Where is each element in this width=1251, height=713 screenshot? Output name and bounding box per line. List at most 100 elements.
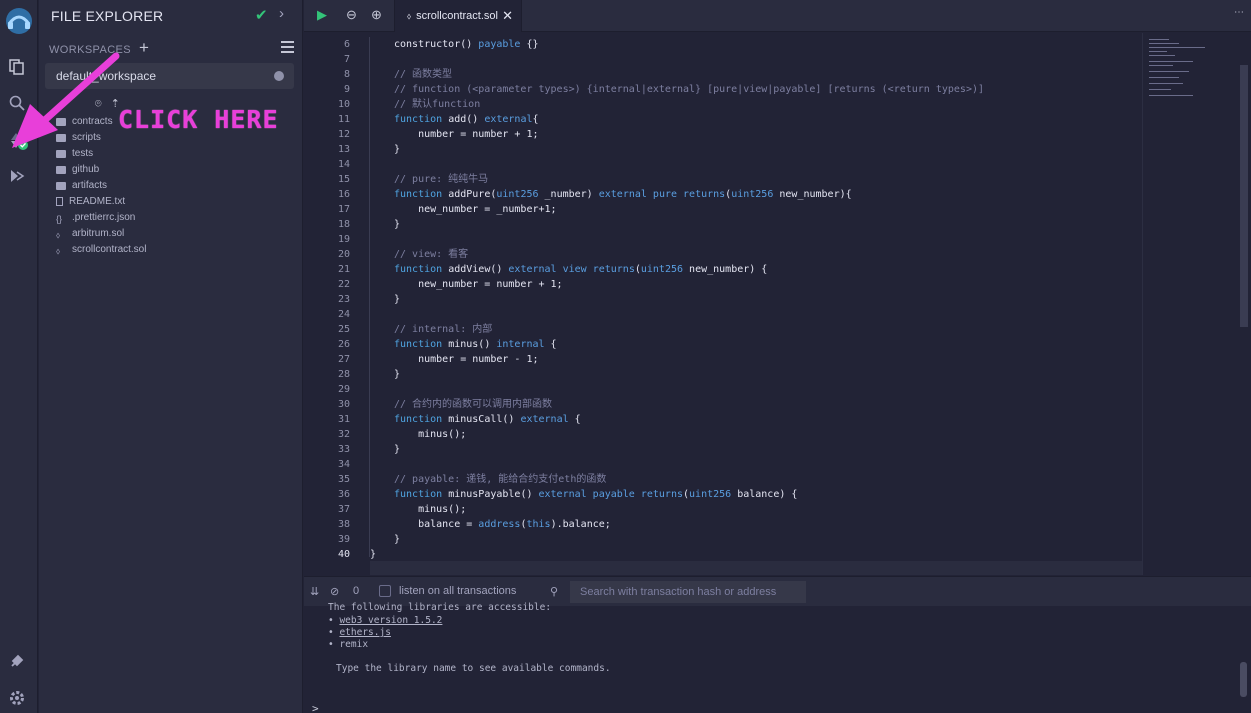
tab-scrollcontract[interactable]: ⬨ scrollcontract.sol ✕ (394, 0, 522, 32)
code-line[interactable]: 38 balance = address(this).balance; (304, 517, 1142, 532)
code-line[interactable]: 27 number = number - 1; (304, 352, 1142, 367)
code-line[interactable]: 17 new_number = _number+1; (304, 202, 1142, 217)
folder-icon (56, 133, 66, 142)
ethers-link[interactable]: ethers.js (339, 627, 390, 638)
tab-label: scrollcontract.sol (416, 10, 498, 22)
editor-tab-bar: ▶ ⊖ ⊕ ⬨ scrollcontract.sol ✕ ⋯ (304, 0, 1251, 32)
code-line[interactable]: 14 (304, 157, 1142, 172)
file-tree-item[interactable]: github (56, 162, 99, 177)
chevron-right-icon[interactable]: › (279, 5, 284, 22)
file-tree-item[interactable]: contracts (56, 114, 113, 129)
code-line[interactable]: 24 (304, 307, 1142, 322)
collapse-terminal-icon[interactable]: ⇊ (310, 585, 319, 598)
terminal-prompt[interactable]: > (312, 702, 319, 713)
code-line[interactable]: 13} (304, 142, 1142, 157)
minimap[interactable] (1142, 33, 1238, 575)
code-line[interactable]: 12 number = number + 1; (304, 127, 1142, 142)
listen-checkbox[interactable] (379, 585, 391, 597)
code-line[interactable]: 8 // 函数类型 (304, 67, 1142, 82)
code-editor[interactable]: 6 constructor() payable {} 7 8 // 函数类型 9 // fu… (304, 33, 1142, 575)
pending-tx-count: 0 (353, 585, 360, 597)
web3-link[interactable]: web3 version 1.5.2 (339, 615, 442, 626)
horizontal-scrollbar[interactable] (370, 561, 1142, 575)
code-line[interactable]: 39} (304, 532, 1142, 547)
code-line[interactable]: 26 function minus() internal { (304, 337, 1142, 352)
line-number: 13 (337, 144, 350, 155)
solidity-compiler-icon[interactable] (7, 130, 28, 150)
file-tree-item[interactable]: README.txt (56, 194, 125, 209)
code-line[interactable]: 34 (304, 457, 1142, 472)
file-tree-item[interactable]: ⬨ arbitrum.sol (56, 226, 124, 241)
solidity-file-icon: ⬨ (56, 245, 61, 256)
code-text: function add() external{ (394, 114, 539, 125)
code-text: } (394, 369, 401, 380)
vertical-scrollbar[interactable] (1240, 65, 1248, 327)
transaction-search-input[interactable]: Search with transaction hash or address (570, 581, 806, 603)
remix-logo[interactable] (4, 6, 34, 36)
code-line[interactable]: 32 minus(); (304, 427, 1142, 442)
file-tree-item[interactable]: ⬨ scrollcontract.sol (56, 242, 146, 257)
json-file-icon: {} (56, 213, 63, 224)
code-line[interactable]: 10 // 默认function (304, 97, 1142, 112)
code-line[interactable]: 22 new_number = number + 1; (304, 277, 1142, 292)
code-line[interactable]: 28} (304, 367, 1142, 382)
line-number: 36 (337, 489, 350, 500)
line-number: 34 (337, 459, 350, 470)
hamburger-menu-icon[interactable] (281, 41, 294, 56)
line-number: 9 (343, 84, 350, 95)
zoom-in-icon[interactable]: ⊕ (371, 7, 382, 23)
line-number: 16 (337, 189, 350, 200)
file-tree-item[interactable]: tests (56, 146, 93, 161)
line-number: 32 (337, 429, 350, 440)
terminal-list-item: • ethers.js (328, 627, 391, 638)
code-line[interactable]: 11 function add() external{ (304, 112, 1142, 127)
line-number: 8 (343, 69, 350, 80)
clear-console-icon[interactable]: ⊘ (330, 585, 339, 598)
close-icon[interactable]: ✕ (502, 0, 513, 32)
search-icon[interactable] (7, 94, 27, 114)
workspace-select[interactable]: default_workspace (45, 63, 294, 89)
code-text: } (394, 294, 401, 305)
terminal-scrollbar[interactable] (1240, 662, 1247, 697)
terminal-output[interactable]: The following libraries are accessible: … (304, 602, 1251, 713)
code-line[interactable]: 18} (304, 217, 1142, 232)
file-tree-item[interactable]: {} .prettierrc.json (56, 210, 135, 225)
code-line[interactable]: 30 // 合约内的函数可以调用内部函数 (304, 397, 1142, 412)
code-line[interactable]: 35 // payable: 递钱, 能给合约支付eth的函数 (304, 472, 1142, 487)
code-line[interactable]: 31 function minusCall() external { (304, 412, 1142, 427)
zoom-out-icon[interactable]: ⊖ (346, 7, 357, 23)
settings-icon[interactable] (7, 689, 27, 709)
github-icon[interactable]: ⌾ (95, 98, 102, 110)
code-line[interactable]: 21 function addView() external view retur… (304, 262, 1142, 277)
line-number: 26 (337, 339, 350, 350)
code-line[interactable]: 29 (304, 382, 1142, 397)
code-line[interactable]: 40} (304, 547, 1142, 562)
file-tree-item[interactable]: scripts (56, 130, 101, 145)
code-line[interactable]: 37 minus(); (304, 502, 1142, 517)
code-line[interactable]: 36 function minusPayable() external payab… (304, 487, 1142, 502)
plugin-manager-icon[interactable] (7, 652, 27, 672)
add-workspace-icon[interactable]: + (139, 38, 149, 58)
folder-icon (56, 149, 66, 158)
code-line[interactable]: 6 constructor() payable {} (304, 37, 1142, 52)
more-icon[interactable]: ⋯ (1234, 7, 1244, 18)
code-text: constructor() payable {} (394, 39, 539, 50)
file-explorer-icon[interactable] (7, 58, 27, 78)
code-text: balance = address(this).balance; (394, 519, 611, 530)
code-line[interactable]: 16 function addPure(uint256 _number) exte… (304, 187, 1142, 202)
deploy-run-icon[interactable] (7, 167, 27, 187)
code-line[interactable]: 19 (304, 232, 1142, 247)
code-line[interactable]: 25 // internal: 内部 (304, 322, 1142, 337)
file-tree-item[interactable]: artifacts (56, 178, 107, 193)
code-text: function addView() external view returns… (394, 264, 768, 275)
code-line[interactable]: 7 (304, 52, 1142, 67)
listen-label: listen on all transactions (399, 585, 517, 597)
remix-ide-window: FILE EXPLORER ✔ › WORKSPACES + default_w… (0, 0, 1251, 713)
folder-icon (56, 165, 66, 174)
run-icon[interactable]: ▶ (317, 7, 327, 23)
code-line[interactable]: 15 // pure: 纯纯牛马 (304, 172, 1142, 187)
code-line[interactable]: 23} (304, 292, 1142, 307)
code-line[interactable]: 9 // function (<parameter types>) {intern… (304, 82, 1142, 97)
code-line[interactable]: 20 // view: 看客 (304, 247, 1142, 262)
code-line[interactable]: 33} (304, 442, 1142, 457)
